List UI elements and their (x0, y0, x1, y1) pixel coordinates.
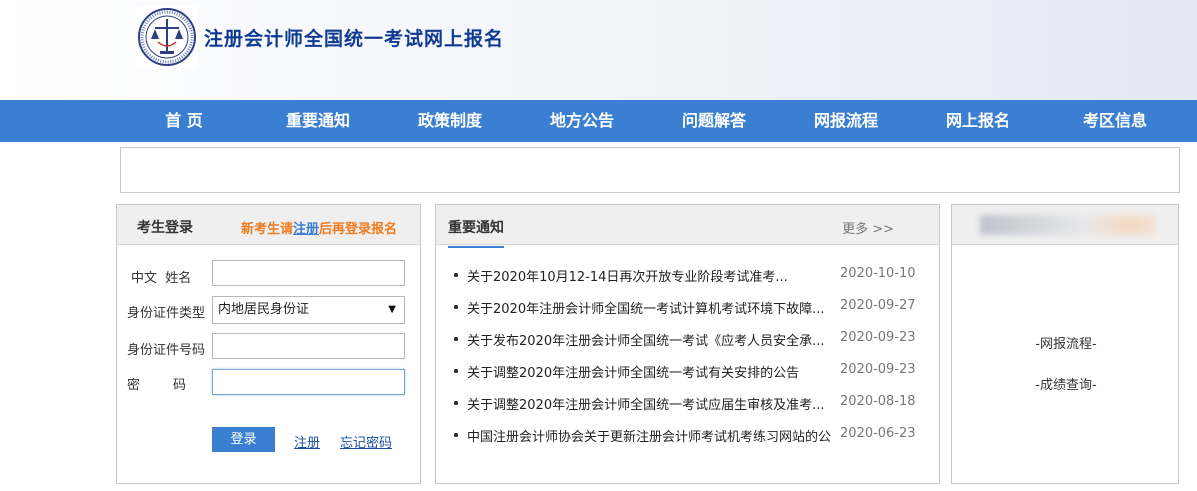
notices-list: 关于2020年10月12-14日再次开放专业阶段考试准考... 2020-10-… (454, 266, 924, 458)
list-item[interactable]: 关于调整2020年注册会计师全国统一考试应届生审核及准考... 2020-08-… (454, 394, 924, 426)
register-tip: 新考生请注册后再登录报名 (241, 218, 397, 237)
register-tip-link[interactable]: 注册 (293, 222, 319, 237)
site-title: 注册会计师全国统一考试网上报名 (204, 28, 505, 50)
login-panel: 考生登录 新考生请注册后再登录报名 中文 姓名 身份证件类型 内地居民身份证 ▼… (116, 204, 421, 484)
register-tip-suffix: 后再登录报名 (319, 222, 398, 237)
notice-date: 2020-06-23 (840, 426, 916, 441)
notice-title[interactable]: 中国注册会计师协会关于更新注册会计师考试机考练习网站的公... (467, 426, 832, 445)
forgot-password-link[interactable]: 忘记密码 (340, 432, 392, 451)
register-link[interactable]: 注册 (294, 432, 320, 451)
bullet-icon (454, 401, 458, 405)
side-panel-header (952, 205, 1178, 245)
notice-title[interactable]: 关于发布2020年注册会计师全国统一考试《应考人员安全承... (467, 330, 832, 349)
notices-panel: 重要通知 更多 >> 关于2020年10月12-14日再次开放专业阶段考试准考.… (435, 204, 940, 484)
announcement-banner (120, 147, 1180, 193)
id-type-selected-value: 内地居民身份证 (218, 302, 310, 317)
score-query-link[interactable]: -成绩查询- (952, 374, 1180, 393)
list-item[interactable]: 关于调整2020年注册会计师全国统一考试有关安排的公告 2020-09-23 (454, 362, 924, 394)
main-nav: 首 页 重要通知 政策制度 地方公告 问题解答 网报流程 网上报名 考区信息 (0, 100, 1197, 142)
notices-more-link[interactable]: 更多 >> (842, 218, 894, 237)
nav-item-registration-process[interactable]: 网报流程 (791, 100, 901, 142)
nav-item-policy[interactable]: 政策制度 (395, 100, 505, 142)
nav-item-home[interactable]: 首 页 (129, 100, 239, 142)
bullet-icon (454, 433, 458, 437)
notice-date: 2020-09-23 (840, 330, 916, 345)
notice-title[interactable]: 关于2020年10月12-14日再次开放专业阶段考试准考... (467, 266, 832, 285)
blurred-banner (980, 215, 1155, 235)
name-field[interactable] (212, 260, 405, 286)
id-type-label: 身份证件类型 (127, 306, 206, 321)
id-number-label: 身份证件号码 (127, 343, 206, 358)
list-item[interactable]: 中国注册会计师协会关于更新注册会计师考试机考练习网站的公... 2020-06-… (454, 426, 924, 458)
notice-title[interactable]: 关于调整2020年注册会计师全国统一考试应届生审核及准考... (467, 394, 832, 413)
nav-item-exam-area-info[interactable]: 考区信息 (1060, 100, 1170, 142)
notice-title[interactable]: 关于2020年注册会计师全国统一考试计算机考试环境下故障... (467, 298, 832, 317)
bullet-icon (454, 369, 458, 373)
cicpa-logo-icon (136, 6, 198, 68)
list-item[interactable]: 关于发布2020年注册会计师全国统一考试《应考人员安全承... 2020-09-… (454, 330, 924, 362)
registration-process-link[interactable]: -网报流程- (952, 333, 1180, 352)
bullet-icon (454, 273, 458, 277)
list-item[interactable]: 关于2020年10月12-14日再次开放专业阶段考试准考... 2020-10-… (454, 266, 924, 298)
list-item[interactable]: 关于2020年注册会计师全国统一考试计算机考试环境下故障... 2020-09-… (454, 298, 924, 330)
password-field[interactable] (212, 369, 405, 395)
notice-date: 2020-10-10 (840, 266, 916, 281)
password-label: 密 码 (127, 378, 187, 393)
notices-title: 重要通知 (448, 217, 504, 248)
side-panel: -网报流程- -成绩查询- (951, 204, 1179, 484)
nav-item-faq[interactable]: 问题解答 (659, 100, 769, 142)
login-button[interactable]: 登录 (212, 427, 275, 452)
nav-item-online-registration[interactable]: 网上报名 (923, 100, 1033, 142)
login-title: 考生登录 (137, 220, 193, 236)
name-label: 中文 姓名 (131, 271, 192, 286)
site-header: 注册会计师全国统一考试网上报名 (0, 0, 1197, 100)
bullet-icon (454, 305, 458, 309)
id-type-select[interactable]: 内地居民身份证 ▼ (212, 296, 405, 324)
notice-title[interactable]: 关于调整2020年注册会计师全国统一考试有关安排的公告 (467, 362, 832, 381)
id-number-field[interactable] (212, 333, 405, 359)
login-panel-header: 考生登录 新考生请注册后再登录报名 (117, 205, 420, 245)
nav-item-local-announcements[interactable]: 地方公告 (527, 100, 637, 142)
dropdown-arrow-icon: ▼ (388, 304, 396, 315)
register-tip-prefix: 新考生请 (241, 222, 294, 237)
bullet-icon (454, 337, 458, 341)
notice-date: 2020-09-27 (840, 298, 916, 313)
notice-date: 2020-09-23 (840, 362, 916, 377)
nav-item-notices[interactable]: 重要通知 (263, 100, 373, 142)
notice-date: 2020-08-18 (840, 394, 916, 409)
notices-panel-header: 重要通知 更多 >> (436, 205, 939, 248)
